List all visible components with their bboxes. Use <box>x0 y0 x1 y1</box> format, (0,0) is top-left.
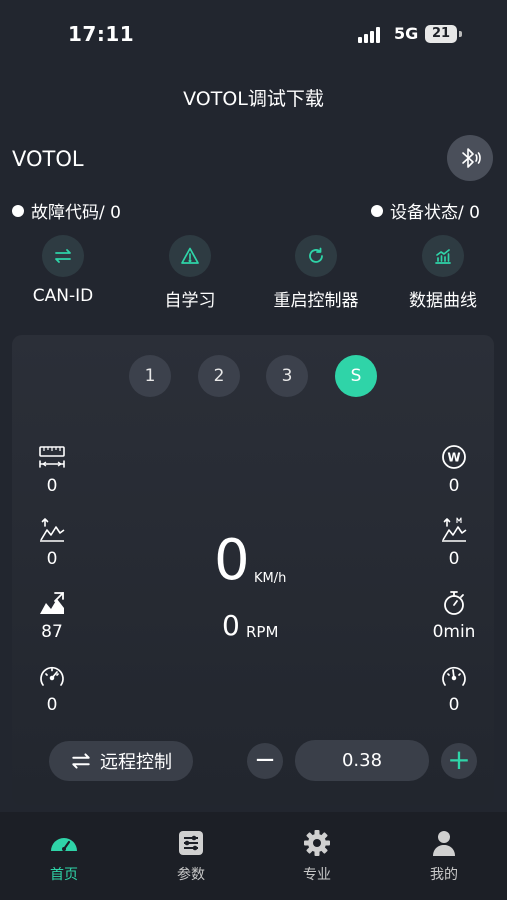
tab-home[interactable]: 首页 <box>24 828 104 884</box>
gear-icon <box>304 830 330 856</box>
power-metric: W 0 <box>424 443 484 496</box>
metric-value: 87 <box>41 622 63 642</box>
dashboard-icon <box>51 838 77 851</box>
quick-action-self-learn[interactable]: 自学习 <box>130 235 250 311</box>
speed-value: 0 <box>214 528 250 593</box>
speed-unit: KM/h <box>254 571 287 586</box>
device-status-label: 设备状态/ 0 <box>390 203 480 223</box>
fault-indicator-dot <box>12 204 24 217</box>
power-w-icon: W <box>442 445 466 469</box>
decrease-button[interactable]: − <box>247 743 283 779</box>
tab-label: 我的 <box>430 867 458 883</box>
svg-text:W: W <box>447 451 460 465</box>
peak-max-metric: 0 <box>424 516 484 569</box>
stopwatch-icon <box>444 591 464 615</box>
peak-chart-icon <box>40 518 65 542</box>
network-type: 5G <box>394 24 419 43</box>
swap-arrows-icon <box>72 753 90 769</box>
quick-action-label: 自学习 <box>164 291 216 311</box>
quick-action-data-curve[interactable]: 数据曲线 <box>383 235 503 311</box>
status-indicator-dot <box>371 204 383 217</box>
fault-code: 故障代码/ 0 <box>12 198 121 223</box>
page-title: VOTOL调试下载 <box>183 88 324 110</box>
device-name: VOTOL <box>12 147 84 171</box>
mountain-chart-icon <box>40 592 64 614</box>
device-status: 设备状态/ 0 <box>371 198 480 223</box>
speedometer-icon <box>40 666 64 686</box>
clock: 17:11 <box>68 22 135 46</box>
warning-icon <box>181 247 199 264</box>
tab-label: 参数 <box>177 867 205 883</box>
speedometer-metric-left: 0 <box>22 662 82 715</box>
rpm-value: 0 <box>222 609 240 642</box>
gear-button-s[interactable]: S <box>335 355 377 397</box>
tab-professional[interactable]: 专业 <box>277 828 357 884</box>
quick-action-label: CAN-ID <box>32 286 94 306</box>
swap-arrows-icon <box>55 249 71 263</box>
chart-icon <box>435 249 451 264</box>
tab-params[interactable]: 参数 <box>151 828 231 884</box>
metric-value: 0 <box>448 549 460 569</box>
tab-label: 专业 <box>303 867 331 883</box>
time-metric: 0min <box>424 589 484 642</box>
tab-profile[interactable]: 我的 <box>404 828 484 884</box>
gear-button-2[interactable]: 2 <box>198 355 240 397</box>
remote-control-label: 远程控制 <box>100 752 172 773</box>
remote-control-button[interactable]: 远程控制 <box>49 741 193 781</box>
bottom-tab-bar: 首页 参数 专业 我的 <box>0 812 507 900</box>
metric-value: 0 <box>46 549 58 569</box>
metric-value: 0 <box>46 695 58 715</box>
bluetooth-button[interactable] <box>447 135 493 181</box>
signal-icon <box>358 27 386 43</box>
rpm-unit: RPM <box>246 623 279 641</box>
peak-max-icon <box>442 517 467 542</box>
metric-value: 0 <box>448 476 460 496</box>
adjust-value-display: 0.38 <box>295 740 429 781</box>
speedometer-icon <box>442 666 466 686</box>
battery-level-metric: 87 <box>22 589 82 642</box>
bluetooth-icon <box>462 148 481 168</box>
user-icon <box>433 831 455 856</box>
status-bar: 17:11 5G 21 <box>0 0 507 70</box>
battery-icon: 21 <box>425 25 457 43</box>
odometer-ruler-icon <box>39 446 65 468</box>
metric-value: 0 <box>448 695 460 715</box>
quick-action-label: 数据曲线 <box>409 291 477 311</box>
quick-action-restart[interactable]: 重启控制器 <box>256 235 376 311</box>
gear-button-1[interactable]: 1 <box>129 355 171 397</box>
tab-label: 首页 <box>50 867 78 883</box>
speedometer-metric-right: 0 <box>424 662 484 715</box>
metric-value: 0 <box>46 476 58 496</box>
peak-metric: 0 <box>22 516 82 569</box>
sliders-icon <box>179 831 203 855</box>
odometer-metric: 0 <box>22 443 82 496</box>
refresh-icon <box>309 247 323 263</box>
gear-button-3[interactable]: 3 <box>266 355 308 397</box>
battery-tip <box>459 31 462 37</box>
increase-button[interactable]: + <box>441 743 477 779</box>
metric-value: 0min <box>432 622 476 642</box>
quick-action-can-id[interactable]: CAN-ID <box>3 235 123 306</box>
quick-action-label: 重启控制器 <box>273 291 359 311</box>
fault-code-label: 故障代码/ 0 <box>31 203 121 223</box>
